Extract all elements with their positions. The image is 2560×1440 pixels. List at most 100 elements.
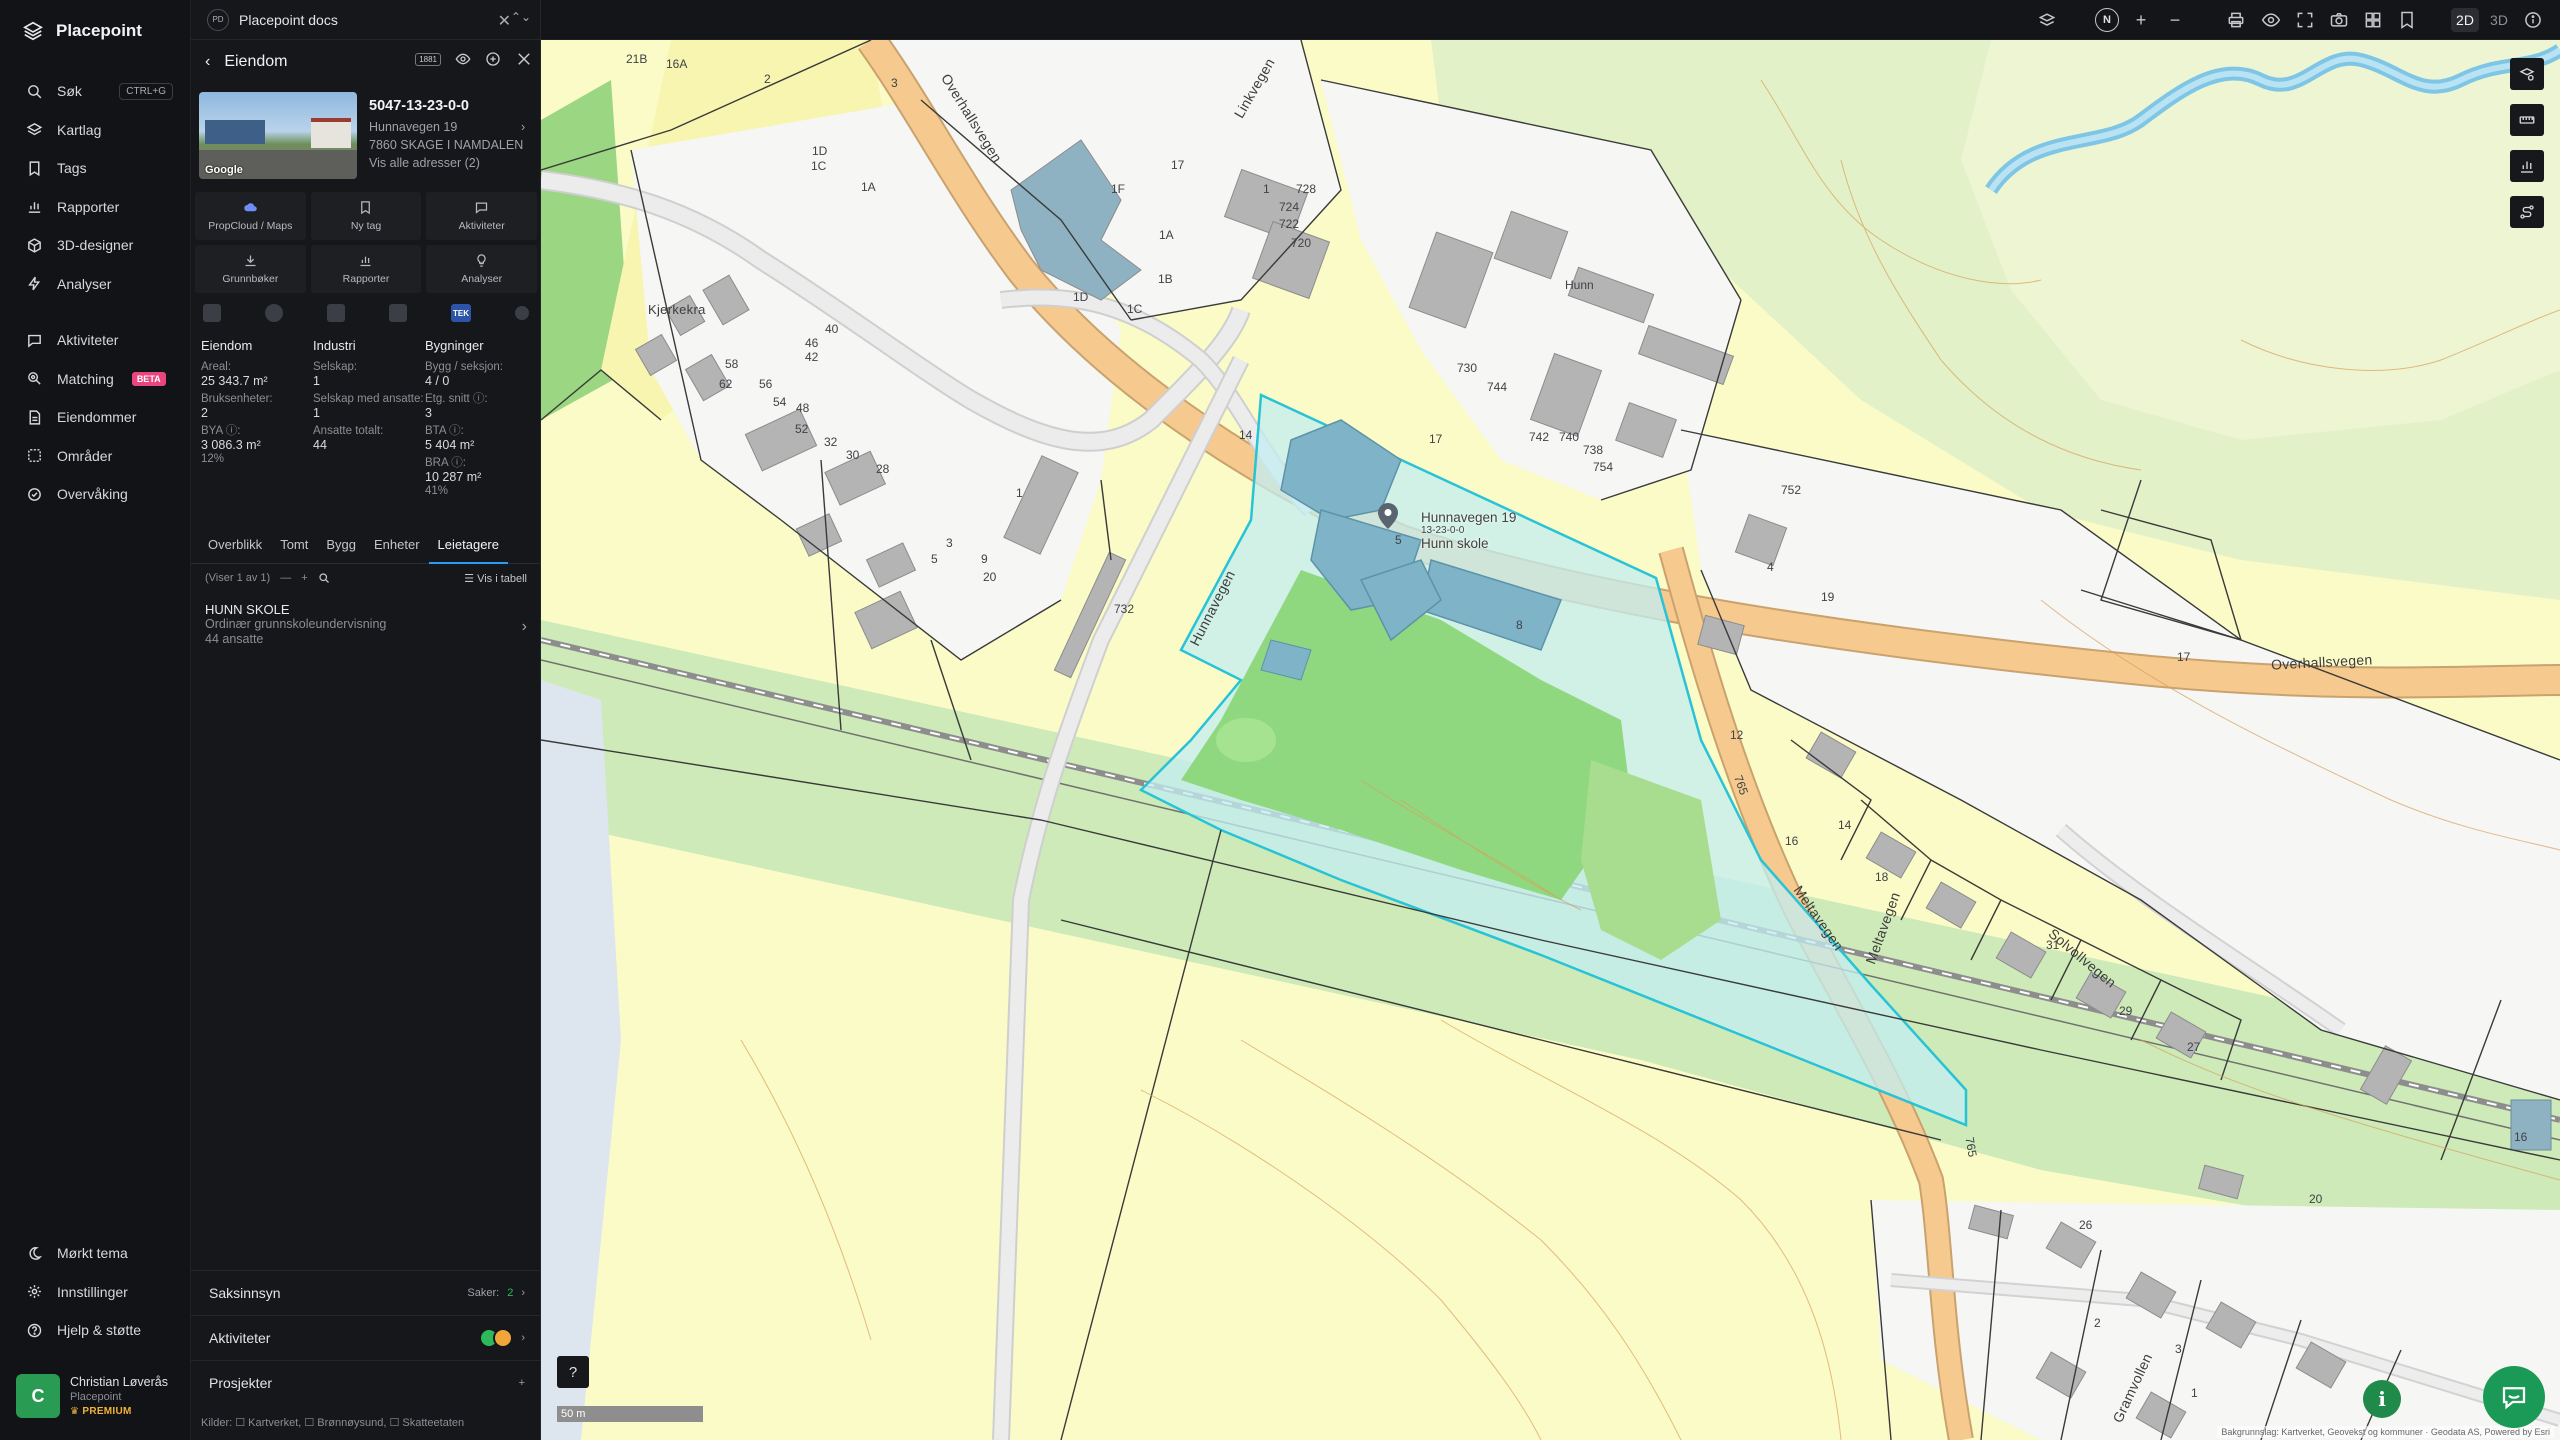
tab-enheter[interactable]: Enheter: [365, 534, 429, 564]
search-icon[interactable]: [318, 572, 330, 584]
compass-north-button[interactable]: N: [2095, 8, 2119, 32]
bar-chart-icon: [360, 256, 371, 267]
tenant-list-toolbar: (Viser 1 av 1) — + ☰ Vis i tabell: [205, 568, 527, 588]
activities-button[interactable]: Aktiviteter: [426, 192, 537, 240]
new-tag-button[interactable]: Ny tag: [310, 192, 422, 240]
eye-icon[interactable]: [455, 51, 471, 67]
action-label: PropCloud / Maps: [208, 220, 293, 232]
measure-tool[interactable]: [2510, 104, 2544, 136]
info-button[interactable]: i: [2363, 1380, 2401, 1418]
source-more-icon[interactable]: [515, 306, 529, 320]
user-profile[interactable]: C Christian Løverås Placepoint ♛ PREMIUM: [16, 1370, 180, 1422]
tek-source-icon[interactable]: TEK: [451, 304, 471, 322]
document-tab[interactable]: PD Placepoint docs ✕ ⌃⌄: [191, 0, 541, 40]
grid-layout-icon[interactable]: [2363, 10, 2383, 30]
1881-button[interactable]: 1881: [415, 52, 441, 66]
house-number: 9: [981, 552, 988, 566]
place-label-kjerkekra: Kjerkekra: [648, 302, 706, 317]
stat-label: Selskap:: [313, 361, 358, 373]
add-icon[interactable]: +: [301, 572, 307, 584]
street-view-photo[interactable]: Google: [199, 92, 357, 179]
action-label: Aktiviteter: [458, 220, 505, 232]
house-number: 2: [764, 72, 771, 86]
back-icon[interactable]: ‹: [205, 53, 210, 71]
tab-bygg[interactable]: Bygg: [317, 534, 365, 564]
house-number: 14: [1838, 818, 1852, 832]
bookmark-icon: [361, 201, 371, 215]
nav-item-analyser[interactable]: Analyser: [0, 265, 191, 304]
nav-item-dark-theme[interactable]: Mørkt tema: [0, 1234, 191, 1273]
house-number: 3: [946, 536, 953, 550]
camera-icon[interactable]: [2329, 10, 2349, 30]
map-canvas[interactable]: Overhallsvegen Overhallsvegen Hunnavegen…: [541, 40, 2560, 1440]
zoom-in-button[interactable]: +: [2131, 10, 2151, 30]
tab-leietagere[interactable]: Leietagere: [428, 534, 508, 564]
data-sources: Kilder: ☐ Kartverket, ☐ Brønnøysund, ☐ S…: [201, 1417, 465, 1429]
reports-button[interactable]: Rapporter: [310, 245, 422, 293]
area-select-tool[interactable]: [2510, 58, 2544, 90]
tab-overblikk[interactable]: Overblikk: [199, 534, 271, 564]
property-address[interactable]: Hunnavegen 19 ›: [369, 120, 525, 134]
house-number: 722: [1279, 217, 1300, 231]
brand[interactable]: Placepoint: [22, 20, 142, 42]
source-logo-3-icon[interactable]: [327, 304, 345, 322]
tab-tomt[interactable]: Tomt: [271, 534, 317, 564]
print-icon[interactable]: [2226, 10, 2246, 30]
list-item[interactable]: HUNN SKOLE Ordinær grunnskoleundervisnin…: [205, 602, 527, 647]
nav-item-omrader[interactable]: Områder: [0, 437, 191, 476]
add-circle-icon[interactable]: [485, 51, 501, 67]
close-icon[interactable]: [515, 50, 533, 68]
land-register-button[interactable]: Grunnbøker: [195, 245, 306, 293]
house-number: 20: [2309, 1192, 2323, 1206]
stat-label: Areal:: [201, 361, 232, 373]
nav-item-eiendommer[interactable]: Eiendommer: [0, 398, 191, 437]
source-logo-4-icon[interactable]: [389, 304, 407, 322]
source-logo-2-icon[interactable]: [265, 304, 283, 322]
map-help-button[interactable]: ?: [557, 1356, 589, 1388]
add-project-button[interactable]: +: [519, 1377, 525, 1389]
mode-3d-button[interactable]: 3D: [2485, 8, 2513, 32]
nav-item-3d-designer[interactable]: 3D-designer: [0, 226, 191, 265]
source-logo-1-icon[interactable]: [203, 304, 221, 322]
nav-label-eiendommer: Eiendommer: [57, 409, 137, 426]
propcloud-button[interactable]: PropCloud / Maps: [195, 192, 306, 240]
map-pin-icon[interactable]: [1378, 503, 1398, 529]
stat-label: Etg. snitt ⓘ:: [425, 393, 488, 405]
house-number: 26: [2079, 1218, 2093, 1232]
bookmark-icon[interactable]: [2397, 10, 2417, 30]
lightning-icon: [28, 276, 41, 291]
show-in-table-button[interactable]: ☰ Vis i tabell: [464, 572, 527, 585]
route-tool[interactable]: [2510, 196, 2544, 228]
stat-value: 25 343.7 m²: [201, 374, 268, 388]
nav-item-matching[interactable]: Matching BETA: [0, 360, 191, 399]
close-icon[interactable]: ✕: [498, 11, 511, 31]
nav-item-rapporter[interactable]: Rapporter: [0, 188, 191, 227]
collapse-icon[interactable]: —: [280, 572, 291, 584]
nav-item-kartlag[interactable]: Kartlag: [0, 111, 191, 150]
nav-item-help[interactable]: Hjelp & støtte: [0, 1311, 191, 1350]
nav-item-tags[interactable]: Tags: [0, 149, 191, 188]
all-addresses-link[interactable]: Vis alle adresser (2): [369, 156, 480, 170]
analyses-button[interactable]: Analyser: [426, 245, 537, 293]
info-circle-icon[interactable]: [2523, 10, 2543, 30]
layers-3d-icon[interactable]: [2037, 10, 2057, 30]
nav-item-search[interactable]: Søk CTRL+G: [0, 72, 191, 111]
zoom-out-button[interactable]: −: [2165, 10, 2185, 30]
nav-item-settings[interactable]: Innstillinger: [0, 1273, 191, 1312]
fullscreen-icon[interactable]: [2295, 10, 2315, 30]
nav-item-overvaking[interactable]: Overvåking: [0, 475, 191, 514]
section-saksinnsyn[interactable]: Saksinnsyn Saker: 2 ›: [191, 1270, 541, 1314]
section-aktiviteter[interactable]: Aktiviteter ›: [191, 1315, 541, 1359]
beta-badge: BETA: [131, 371, 166, 386]
eye-icon[interactable]: [2261, 10, 2281, 30]
section-prosjekter[interactable]: Prosjekter +: [191, 1360, 541, 1404]
expand-collapse-icon[interactable]: ⌃⌄: [511, 10, 531, 24]
statistics-tool[interactable]: [2510, 150, 2544, 182]
house-number: 744: [1487, 380, 1508, 394]
nav-label-kartlag: Kartlag: [57, 121, 102, 138]
chat-support-button[interactable]: [2483, 1366, 2545, 1428]
nav-item-aktiviteter[interactable]: Aktiviteter: [0, 321, 191, 360]
house-number: 728: [1296, 182, 1317, 196]
mode-2d-button[interactable]: 2D: [2451, 8, 2479, 32]
house-number: 720: [1291, 236, 1312, 250]
